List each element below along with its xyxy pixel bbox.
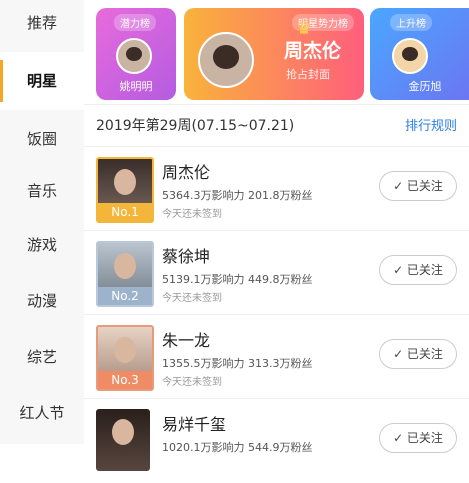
rank-badge: No.2 (98, 287, 152, 305)
sidebar-item-influencer-fest[interactable]: 红人节 (0, 384, 84, 442)
avatar (198, 32, 254, 88)
avatar (116, 38, 152, 74)
star-photo: No.1 (96, 157, 154, 223)
influence-stats: 5139.1万影响力 449.8万粉丝 (162, 273, 313, 286)
star-name: 易烊千玺 (162, 415, 227, 434)
influence-stats: 1355.5万影响力 313.3万粉丝 (162, 357, 313, 370)
sidebar-item-variety[interactable]: 综艺 (0, 328, 84, 386)
avatar (392, 38, 428, 74)
influence-stats: 5364.3万影响力 201.8万粉丝 (162, 189, 313, 202)
rising-list-name: 金历旭 (408, 80, 442, 93)
star-name: 朱一龙 (162, 331, 211, 350)
influence-stats: 1020.1万影响力 544.9万粉丝 (162, 441, 313, 454)
rank-badge: No.1 (98, 203, 152, 221)
ranking-row[interactable]: 易烊千玺 1020.1万影响力 544.9万粉丝 ✓ 已关注 (84, 398, 469, 483)
ranking-rules-link[interactable]: 排行规则 (405, 115, 457, 134)
week-label: 2019年第29周(07.15~07.21) (96, 118, 295, 134)
follow-button[interactable]: ✓ 已关注 (379, 171, 457, 201)
checkin-status: 今天还未签到 (162, 293, 222, 304)
category-sidebar: 推荐 明星 饭圈 音乐 游戏 动漫 综艺 红人节 (0, 0, 84, 444)
star-name: 周杰伦 (162, 163, 211, 182)
grab-cover-label: 抢占封面 (286, 68, 330, 81)
checkin-status: 今天还未签到 (162, 209, 222, 220)
sidebar-item-music[interactable]: 音乐 (0, 162, 84, 220)
rising-list-tag: 上升榜 (390, 14, 432, 31)
rank-badge: No.3 (98, 371, 152, 389)
star-photo: No.3 (96, 325, 154, 391)
sidebar-item-anime[interactable]: 动漫 (0, 272, 84, 330)
week-header: 2019年第29周(07.15~07.21) 排行规则 (84, 104, 469, 145)
star-photo (96, 409, 150, 471)
potential-list-card[interactable]: 潜力榜 姚明明 (96, 8, 176, 100)
checkin-status: 今天还未签到 (162, 377, 222, 388)
follow-button[interactable]: ✓ 已关注 (379, 423, 457, 453)
ranking-row[interactable]: No.3 朱一龙 1355.5万影响力 313.3万粉丝 今天还未签到 ✓ 已关… (84, 314, 469, 399)
sidebar-item-stars[interactable]: 明星 (0, 52, 84, 110)
sidebar-item-recommend[interactable]: 推荐 (0, 0, 84, 52)
star-name: 蔡徐坤 (162, 247, 211, 266)
potential-list-name: 姚明明 (119, 80, 153, 93)
rising-list-card[interactable]: 上升榜 金历旭 (370, 8, 469, 100)
top-star-name: 周杰伦 (284, 40, 342, 62)
star-power-list-card[interactable]: 明星势力榜 ♛ 周杰伦 抢占封面 (184, 8, 364, 100)
potential-list-tag: 潜力榜 (114, 14, 156, 31)
ranking-row[interactable]: No.1 周杰伦 5364.3万影响力 201.8万粉丝 今天还未签到 ✓ 已关… (84, 146, 469, 231)
sidebar-item-games[interactable]: 游戏 (0, 216, 84, 274)
follow-button[interactable]: ✓ 已关注 (379, 255, 457, 285)
follow-button[interactable]: ✓ 已关注 (379, 339, 457, 369)
star-photo: No.2 (96, 241, 154, 307)
ranking-row[interactable]: No.2 蔡徐坤 5139.1万影响力 449.8万粉丝 今天还未签到 ✓ 已关… (84, 230, 469, 315)
ranking-banner: 潜力榜 姚明明 明星势力榜 ♛ 周杰伦 抢占封面 上升榜 金历旭 (92, 0, 469, 104)
sidebar-item-fandom[interactable]: 饭圈 (0, 110, 84, 168)
